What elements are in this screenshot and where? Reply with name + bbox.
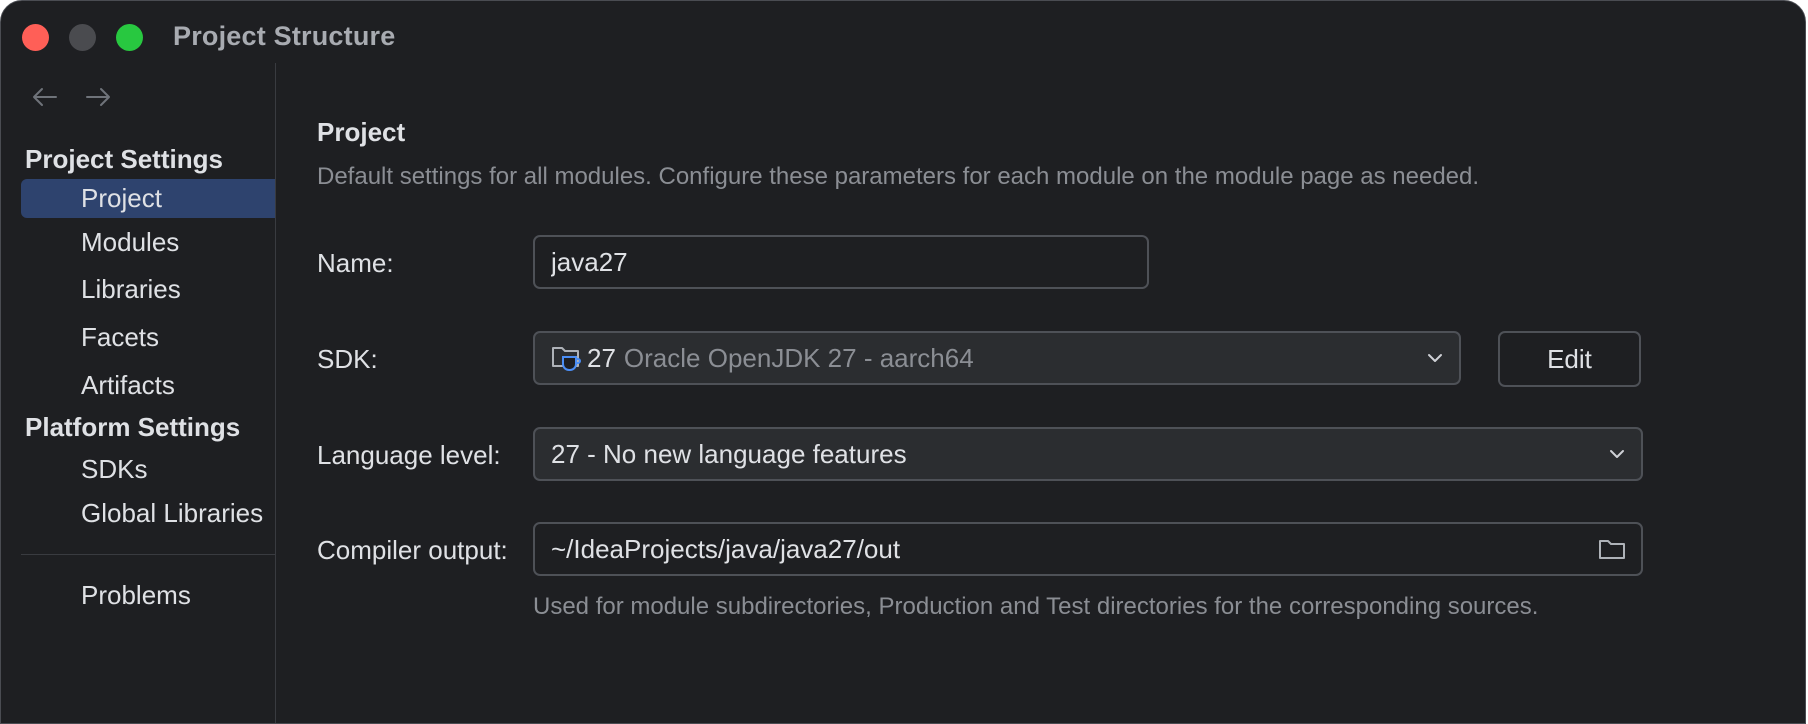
maximize-window-button[interactable]: [116, 24, 143, 51]
page-title: Project: [317, 117, 406, 147]
compiler-output-label: Compiler output:: [317, 535, 508, 565]
chevron-down-icon: [1428, 354, 1442, 362]
sdk-label: SDK:: [317, 344, 378, 374]
compiler-output-value: ~/IdeaProjects/java/java27/out: [551, 534, 901, 564]
sidebar-divider: [21, 554, 275, 555]
project-settings-header: Project Settings: [25, 144, 223, 174]
platform-settings-header: Platform Settings: [25, 412, 241, 442]
sidebar-item-modules[interactable]: Modules: [21, 223, 275, 262]
language-level-value: 27 - No new language features: [551, 439, 907, 469]
jdk-folder-icon: [552, 347, 581, 372]
sdk-dropdown[interactable]: 27 Oracle OpenJDK 27 - aarch64: [533, 331, 1461, 385]
project-settings-panel: Project Default settings for all modules…: [276, 63, 1805, 723]
window-title: Project Structure: [173, 21, 396, 51]
sidebar: Project Settings Project Modules Librari…: [1, 63, 276, 723]
close-window-button[interactable]: [22, 24, 49, 51]
sdk-name: Oracle OpenJDK 27 - aarch64: [623, 343, 974, 373]
sdk-version: 27: [587, 343, 616, 373]
chevron-down-icon: [1610, 450, 1624, 458]
edit-sdk-button[interactable]: Edit: [1498, 331, 1641, 387]
language-level-dropdown[interactable]: 27 - No new language features: [533, 427, 1643, 481]
arrow-right-icon[interactable]: [83, 82, 113, 112]
name-label: Name:: [317, 248, 394, 278]
sidebar-item-project[interactable]: Project: [21, 179, 275, 218]
sidebar-item-global-libraries[interactable]: Global Libraries: [21, 494, 275, 533]
sidebar-item-libraries[interactable]: Libraries: [21, 270, 275, 309]
minimize-window-button[interactable]: [69, 24, 96, 51]
folder-icon[interactable]: [1597, 535, 1627, 563]
sidebar-item-facets[interactable]: Facets: [21, 318, 275, 357]
sidebar-item-artifacts[interactable]: Artifacts: [21, 366, 275, 405]
name-input[interactable]: [533, 235, 1149, 289]
page-description: Default settings for all modules. Config…: [317, 163, 1480, 190]
compiler-output-hint: Used for module subdirectories, Producti…: [533, 593, 1539, 620]
sidebar-item-sdks[interactable]: SDKs: [21, 450, 275, 489]
project-structure-window: Project Structure Project Settings Proje…: [0, 0, 1806, 724]
compiler-output-input[interactable]: ~/IdeaProjects/java/java27/out: [533, 522, 1643, 576]
language-level-label: Language level:: [317, 440, 501, 470]
sidebar-item-problems[interactable]: Problems: [21, 576, 275, 615]
arrow-left-icon[interactable]: [30, 82, 60, 112]
